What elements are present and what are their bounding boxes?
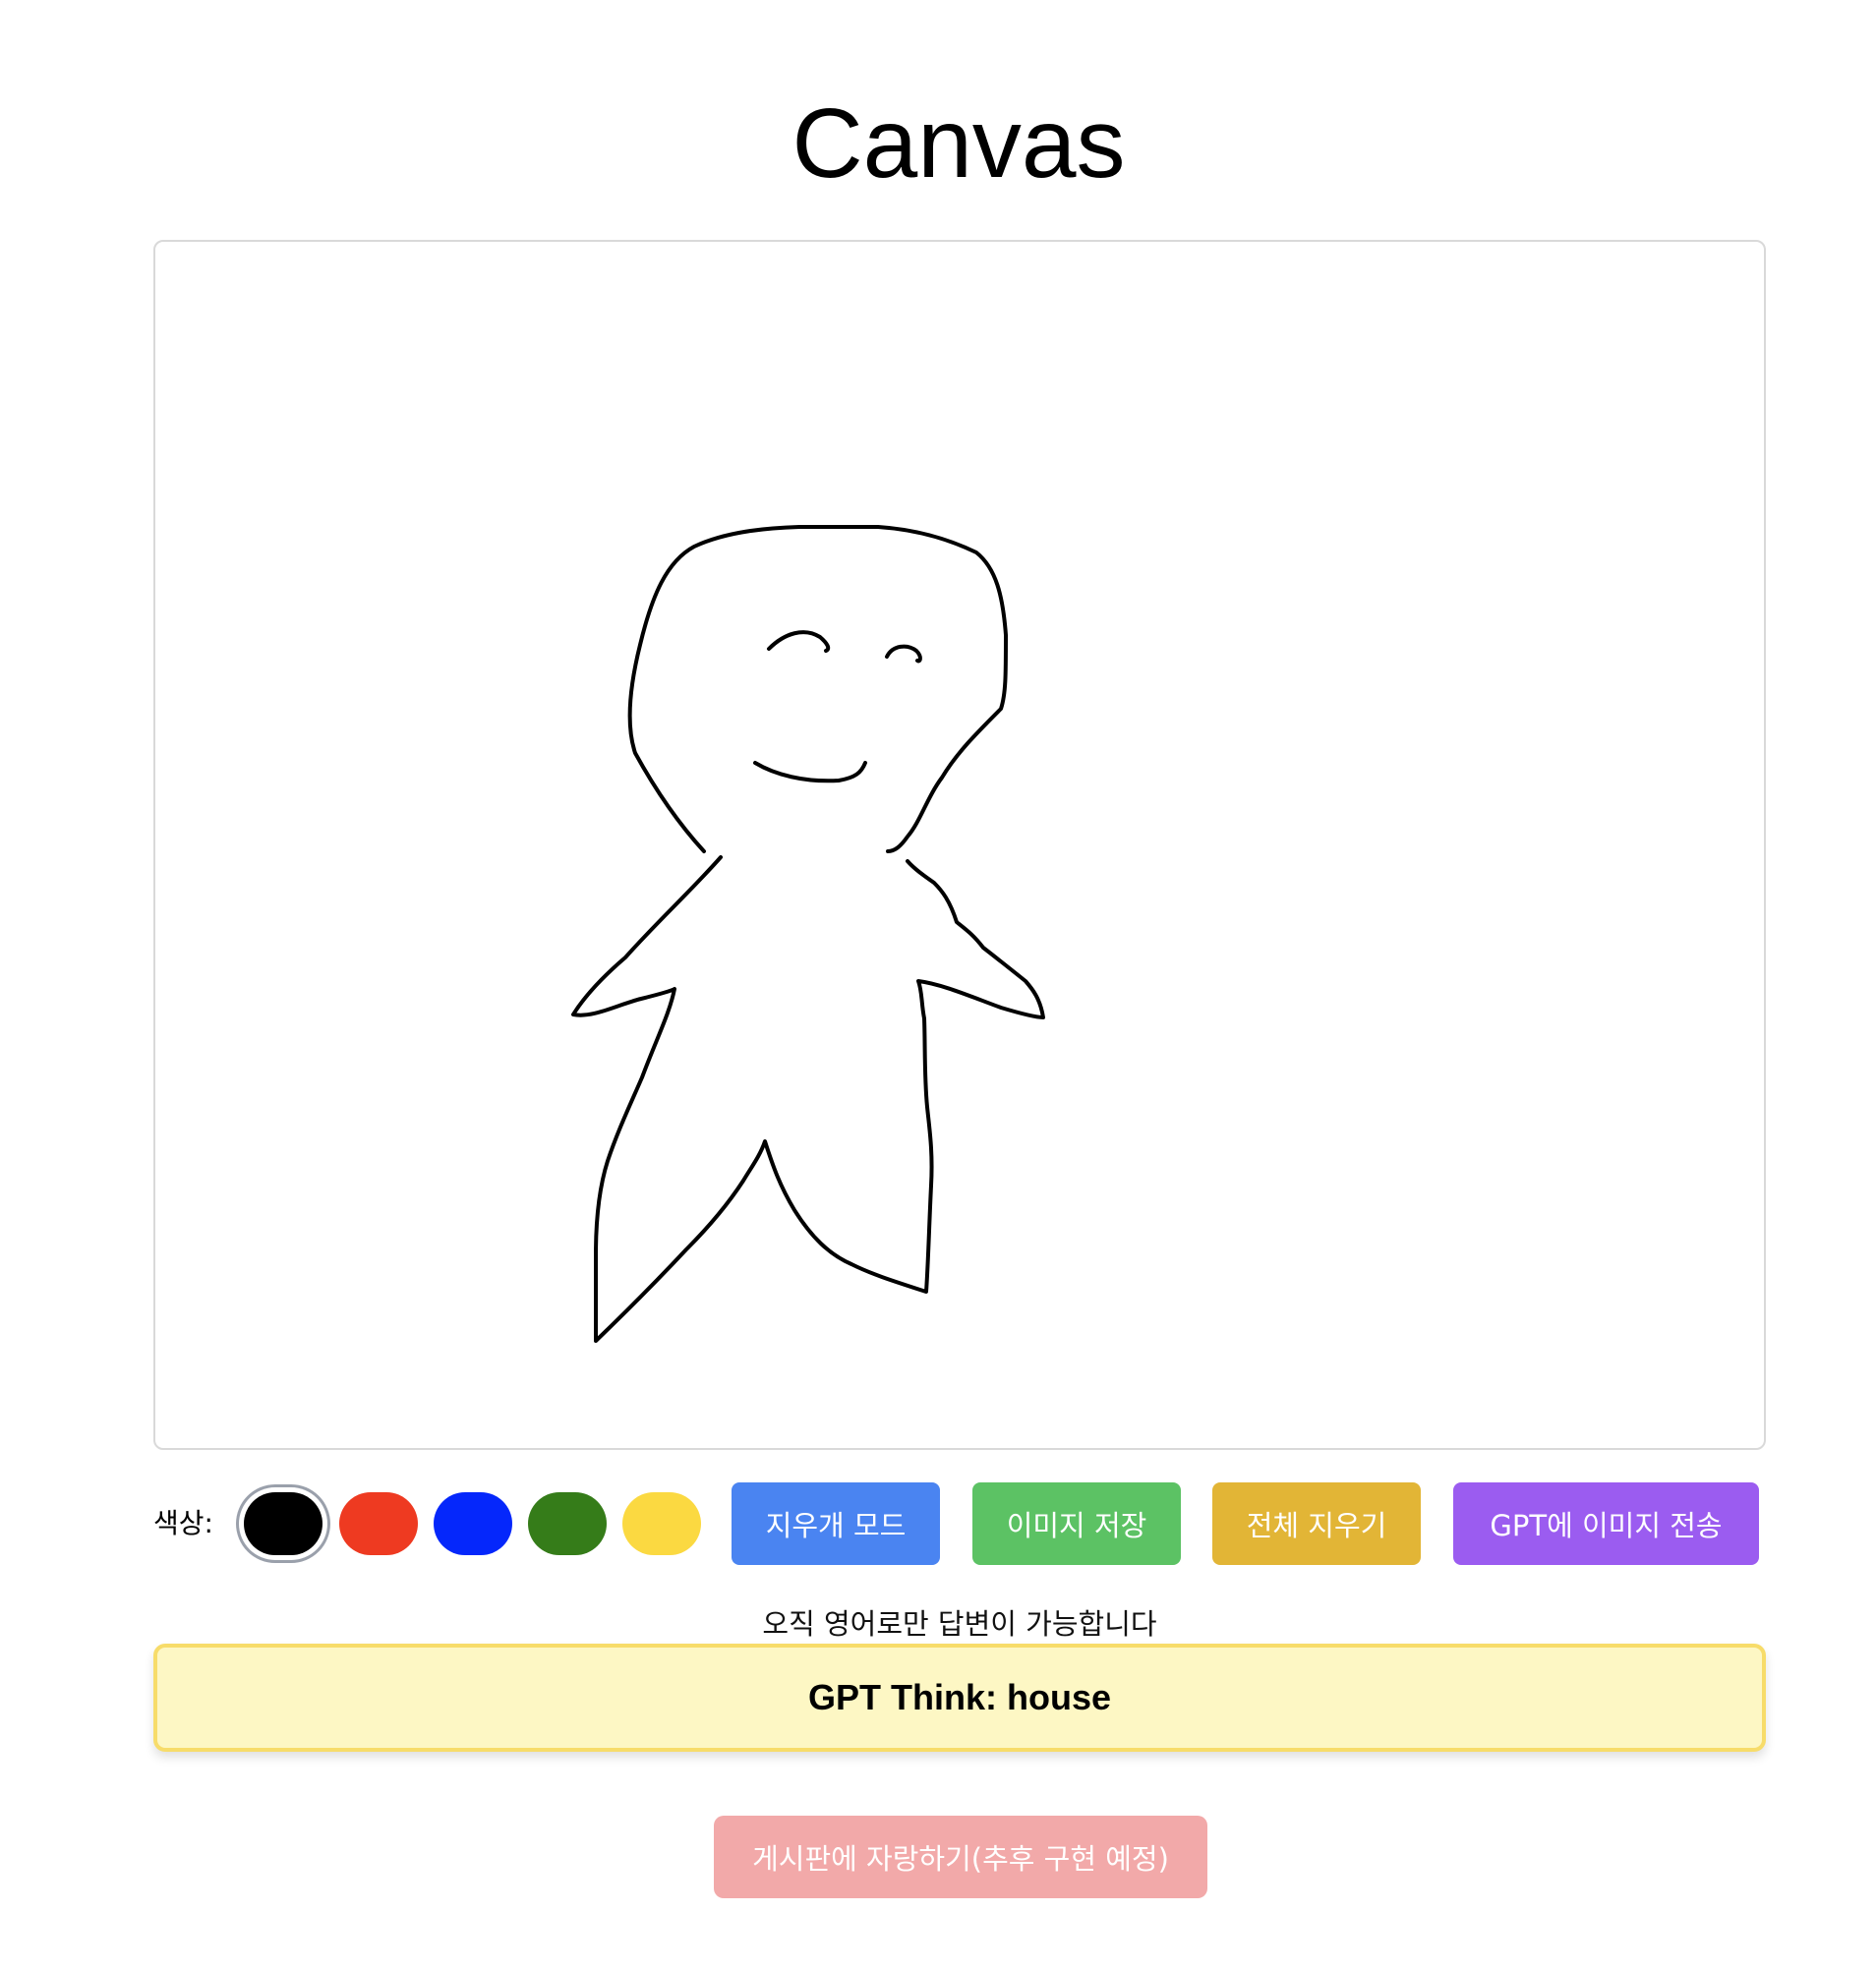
save-image-button[interactable]: 이미지 저장 bbox=[972, 1482, 1181, 1565]
color-swatch-black[interactable] bbox=[244, 1492, 322, 1555]
page: Canvas 색상: 지우개 모드 이미지 저장 전체 지우기 GPT에 이미지… bbox=[0, 0, 1876, 1970]
gpt-result-box: GPT Think: house bbox=[153, 1644, 1766, 1752]
color-swatch-blue[interactable] bbox=[434, 1492, 512, 1555]
color-swatch-yellow[interactable] bbox=[622, 1492, 701, 1555]
eraser-mode-button[interactable]: 지우개 모드 bbox=[732, 1482, 940, 1565]
drawing-canvas[interactable] bbox=[153, 240, 1766, 1450]
color-label: 색상: bbox=[153, 1507, 213, 1539]
drawing-right-eye-stroke bbox=[885, 644, 922, 664]
clear-all-button[interactable]: 전체 지우기 bbox=[1212, 1482, 1421, 1565]
drawing-head-stroke bbox=[627, 525, 1008, 853]
color-swatch-green[interactable] bbox=[528, 1492, 607, 1555]
page-title: Canvas bbox=[791, 88, 1126, 199]
color-swatch-red[interactable] bbox=[339, 1492, 418, 1555]
share-to-board-button[interactable]: 게시판에 자랑하기(추후 구현 예정) bbox=[714, 1816, 1207, 1898]
drawing-smile-stroke bbox=[753, 761, 867, 783]
drawing-left-body-stroke bbox=[571, 855, 1045, 1343]
english-only-notice: 오직 영어로만 답변이 가능합니다 bbox=[762, 1607, 1157, 1641]
canvas-drawing bbox=[571, 525, 1045, 1343]
gpt-result-text: GPT Think: house bbox=[807, 1677, 1111, 1717]
send-to-gpt-button[interactable]: GPT에 이미지 전송 bbox=[1453, 1482, 1759, 1565]
drawing-left-eye-stroke bbox=[767, 630, 831, 653]
